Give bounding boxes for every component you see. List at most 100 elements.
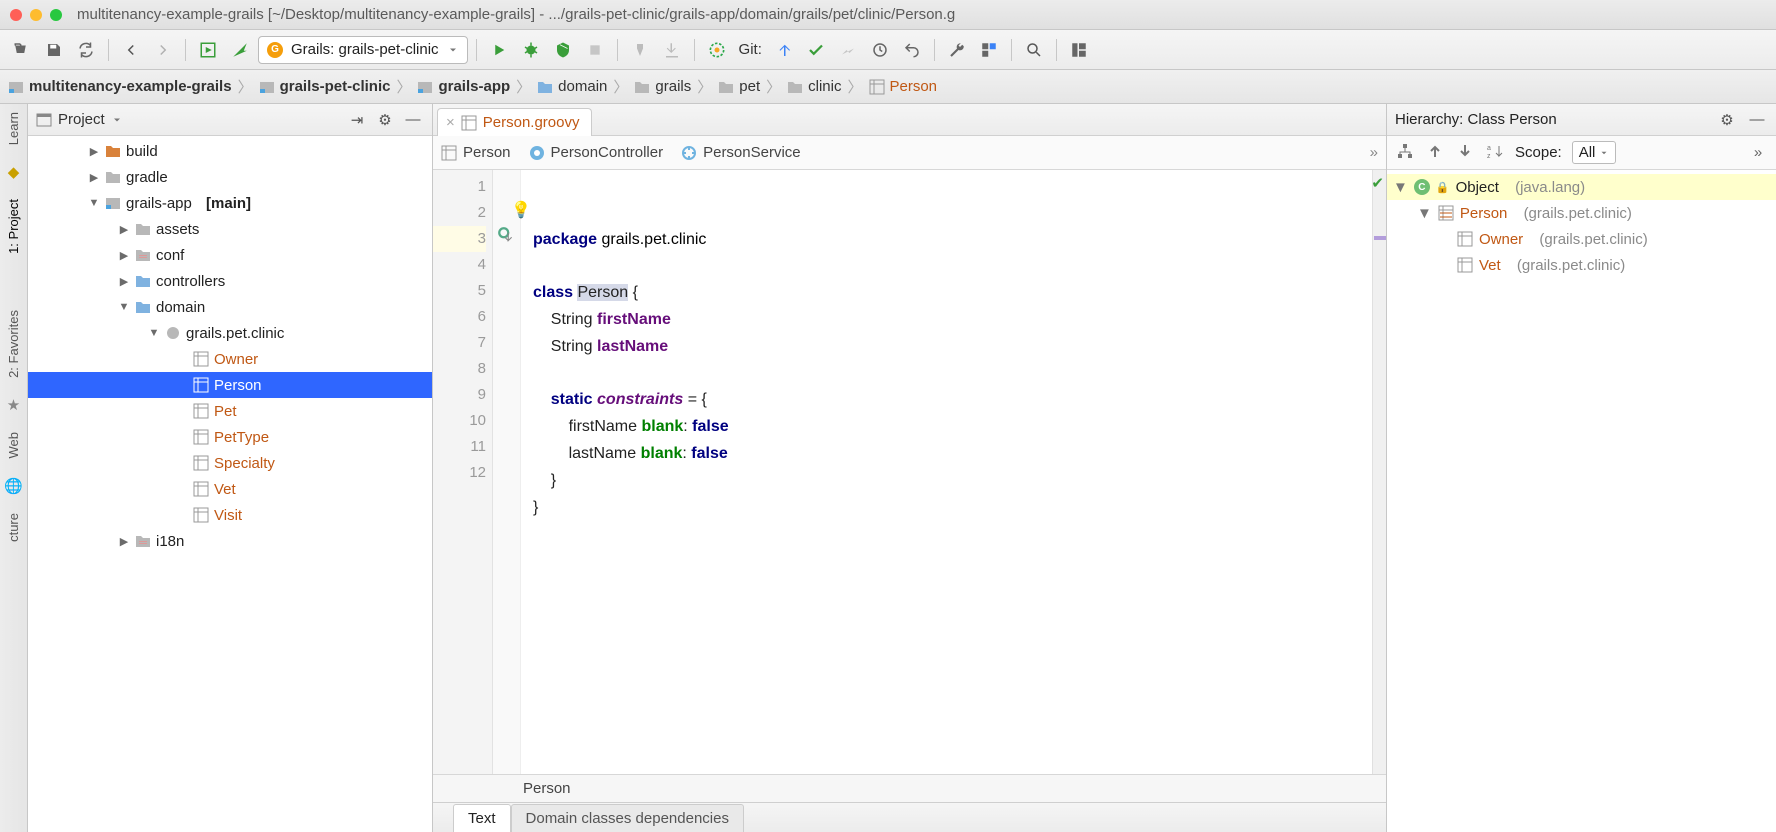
search-icon[interactable] — [1020, 36, 1048, 64]
tree-node-owner[interactable]: Owner — [28, 346, 432, 372]
wrench-icon[interactable] — [943, 36, 971, 64]
hierarchy-node-object[interactable]: ▼C🔒Object (java.lang) — [1387, 174, 1776, 200]
build-icon[interactable] — [226, 36, 254, 64]
folder-icon — [135, 299, 151, 315]
overridden-marker-icon[interactable] — [497, 226, 515, 244]
tree-node-build[interactable]: ▶build — [28, 138, 432, 164]
run-configuration-selector[interactable]: G Grails: grails-pet-clinic — [258, 36, 468, 64]
package-icon — [165, 325, 181, 341]
coverage-icon[interactable] — [549, 36, 577, 64]
vcs-commit-icon[interactable] — [802, 36, 830, 64]
domain-class-icon — [193, 481, 209, 497]
sort-alpha-icon[interactable]: az — [1485, 143, 1505, 163]
structure-tool-tab[interactable]: cture — [6, 513, 21, 542]
refresh-icon[interactable] — [703, 36, 731, 64]
web-tool-tab[interactable]: Web — [6, 432, 21, 459]
minimize-window-button[interactable] — [30, 9, 42, 21]
collapse-icon[interactable]: ⇥ — [346, 106, 368, 134]
nav-item-controller[interactable]: PersonController — [529, 144, 664, 161]
vcs-revert-icon[interactable] — [866, 36, 894, 64]
tree-node-pettype[interactable]: PetType — [28, 424, 432, 450]
tree-node-vet[interactable]: Vet — [28, 476, 432, 502]
minimize-icon[interactable]: — — [1746, 106, 1768, 134]
tree-node-domain[interactable]: ▼domain — [28, 294, 432, 320]
tree-node-conf[interactable]: ▶conf — [28, 242, 432, 268]
vcs-history-icon[interactable] — [834, 36, 862, 64]
analysis-ok-icon: ✔ — [1371, 174, 1384, 192]
project-panel-title[interactable]: Project — [58, 111, 105, 128]
close-window-button[interactable] — [10, 9, 22, 21]
more-icon[interactable]: » — [1748, 144, 1768, 161]
breadcrumb-domain[interactable]: domain — [537, 78, 607, 95]
hierarchy-node-owner[interactable]: Owner (grails.pet.clinic) — [1387, 226, 1776, 252]
structure-icon[interactable] — [975, 36, 1003, 64]
code-content[interactable]: package grails.pet.clinic class Person {… — [521, 170, 1372, 774]
close-tab-icon[interactable]: × — [446, 114, 455, 131]
tree-node-package[interactable]: ▼grails.pet.clinic — [28, 320, 432, 346]
bottom-tab-dependencies[interactable]: Domain classes dependencies — [511, 804, 744, 832]
open-icon[interactable] — [8, 36, 36, 64]
domain-class-icon — [193, 429, 209, 445]
vcs-update-icon[interactable] — [770, 36, 798, 64]
folder-icon — [135, 247, 151, 263]
supertypes-icon[interactable] — [1425, 143, 1445, 163]
debug-icon[interactable] — [517, 36, 545, 64]
layout-icon[interactable] — [1065, 36, 1093, 64]
hierarchy-node-person[interactable]: ▼Person (grails.pet.clinic) — [1387, 200, 1776, 226]
nav-item-service[interactable]: PersonService — [681, 144, 801, 161]
tree-node-gradle[interactable]: ▶gradle — [28, 164, 432, 190]
domain-class-icon — [1457, 257, 1473, 273]
class-hierarchy-icon[interactable] — [1395, 143, 1415, 163]
breadcrumb-root[interactable]: multitenancy-example-grails — [8, 78, 232, 95]
gear-icon[interactable]: ⚙ — [374, 106, 396, 134]
download-icon[interactable] — [658, 36, 686, 64]
hierarchy-node-vet[interactable]: Vet (grails.pet.clinic) — [1387, 252, 1776, 278]
tree-node-pet[interactable]: Pet — [28, 398, 432, 424]
minimize-icon[interactable]: — — [402, 106, 424, 134]
learn-tool-tab[interactable]: Learn — [6, 112, 21, 145]
stop-icon[interactable] — [581, 36, 609, 64]
tree-node-visit[interactable]: Visit — [28, 502, 432, 528]
favorites-tool-tab[interactable]: 2: Favorites — [6, 310, 21, 378]
tree-node-controllers[interactable]: ▶controllers — [28, 268, 432, 294]
editor-breadcrumb[interactable]: Person — [433, 774, 1386, 802]
folder-icon — [135, 221, 151, 237]
nav-item-person[interactable]: Person — [441, 144, 511, 161]
hierarchy-tree[interactable]: ▼C🔒Object (java.lang) ▼Person (grails.pe… — [1387, 170, 1776, 832]
save-all-icon[interactable] — [40, 36, 68, 64]
tree-node-grails-app[interactable]: ▼grails-app [main] — [28, 190, 432, 216]
breadcrumb-pet[interactable]: pet — [718, 78, 760, 95]
project-tool-tab[interactable]: 1: Project — [6, 199, 21, 254]
forward-icon[interactable] — [149, 36, 177, 64]
nav-more-icon[interactable]: » — [1370, 144, 1378, 161]
error-stripe[interactable]: ✔ — [1372, 170, 1386, 774]
attach-icon[interactable] — [626, 36, 654, 64]
gear-icon[interactable]: ⚙ — [1716, 106, 1738, 134]
tree-node-specialty[interactable]: Specialty — [28, 450, 432, 476]
scope-selector[interactable]: All — [1572, 141, 1617, 164]
breadcrumb-clinic[interactable]: clinic — [787, 78, 841, 95]
domain-class-icon — [461, 115, 477, 131]
bottom-tab-text[interactable]: Text — [453, 804, 511, 832]
tree-node-i18n[interactable]: ▶i18n — [28, 528, 432, 554]
breadcrumb-app[interactable]: grails-app — [417, 78, 510, 95]
run-target-icon[interactable] — [194, 36, 222, 64]
breadcrumb-module[interactable]: grails-pet-clinic — [259, 78, 391, 95]
tree-node-assets[interactable]: ▶assets — [28, 216, 432, 242]
sync-icon[interactable] — [72, 36, 100, 64]
editor-tab-person[interactable]: × Person.groovy — [437, 108, 592, 136]
back-icon[interactable] — [117, 36, 145, 64]
maximize-window-button[interactable] — [50, 9, 62, 21]
run-icon[interactable] — [485, 36, 513, 64]
breadcrumb-file[interactable]: Person — [869, 78, 938, 95]
project-tree[interactable]: ▶build ▶gradle ▼grails-app [main] ▶asset… — [28, 136, 432, 832]
undo-icon[interactable] — [898, 36, 926, 64]
domain-class-icon — [1438, 205, 1454, 221]
editor-bottom-tabs: Text Domain classes dependencies — [433, 802, 1386, 832]
chevron-down-icon[interactable] — [111, 114, 123, 126]
breadcrumb-grails[interactable]: grails — [634, 78, 691, 95]
stripe-marker[interactable] — [1374, 236, 1386, 240]
subtypes-icon[interactable] — [1455, 143, 1475, 163]
tree-node-person[interactable]: Person — [28, 372, 432, 398]
code-editor[interactable]: 12 34 56 78 910 1112 💡 package grails.pe… — [433, 170, 1386, 774]
